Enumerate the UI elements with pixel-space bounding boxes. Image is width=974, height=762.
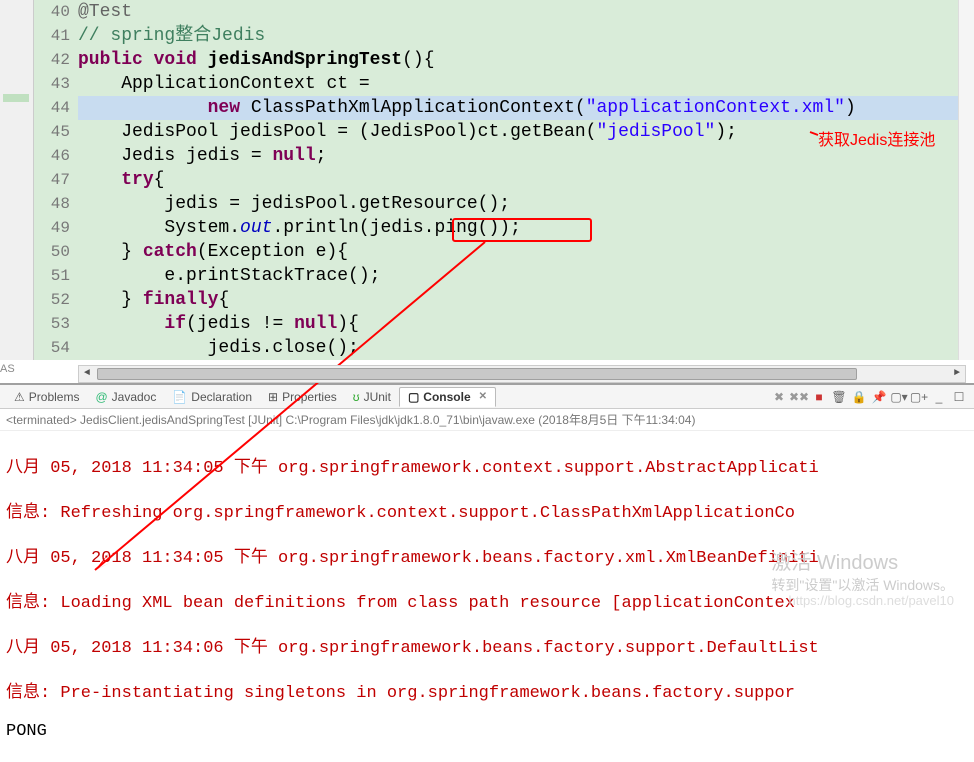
console-line: 八月 05, 2018 11:34:05 下午 org.springframew… — [6, 542, 968, 568]
line-number-gutter: 40 41 42 43 44 45 46 47 48 49 50 51 52 5… — [34, 0, 78, 360]
overview-ruler[interactable] — [958, 0, 974, 360]
code-editor[interactable]: @Test // spring整合Jedis public void jedis… — [78, 0, 974, 360]
maximize-button[interactable]: ☐ — [950, 388, 968, 406]
console-line: PONG — [6, 722, 968, 741]
line-number: 48 — [34, 192, 70, 216]
line-number: 52 — [34, 288, 70, 312]
console-output[interactable]: 八月 05, 2018 11:34:05 下午 org.springframew… — [0, 431, 974, 762]
properties-icon: ⊞ — [268, 390, 278, 404]
line-number: 54 — [34, 336, 70, 360]
line-number: 41 — [34, 24, 70, 48]
declaration-icon: 📄 — [172, 390, 187, 404]
remove-all-button[interactable]: ✖✖ — [790, 388, 808, 406]
current-line: new ClassPathXmlApplicationContext("appl… — [78, 96, 974, 120]
scroll-left-arrow[interactable]: ◄ — [79, 366, 95, 382]
console-line: 信息: Loading XML bean definitions from cl… — [6, 587, 968, 613]
pin-console-button[interactable]: 📌 — [870, 388, 888, 406]
line-number: 42 — [34, 48, 70, 72]
line-number: 40 — [34, 0, 70, 24]
line-number: 45 — [34, 120, 70, 144]
tab-problems[interactable]: ⚠Problems — [6, 388, 87, 406]
console-toolbar: ✖ ✖✖ ■ 🗑 🔒 📌 ▢▾ ▢+ _ ☐ — [770, 388, 968, 406]
display-selected-button[interactable]: ▢▾ — [890, 388, 908, 406]
terminate-button[interactable]: ■ — [810, 388, 828, 406]
line-number: 51 — [34, 264, 70, 288]
line-number: 50 — [34, 240, 70, 264]
open-console-button[interactable]: ▢+ — [910, 388, 928, 406]
line-number: 53 — [34, 312, 70, 336]
views-bar: ⚠Problems @Javadoc 📄Declaration ⊞Propert… — [0, 385, 974, 409]
console-line: 八月 05, 2018 11:34:05 下午 org.springframew… — [6, 452, 968, 478]
remove-launch-button[interactable]: ✖ — [770, 388, 788, 406]
console-line: 信息: Refreshing org.springframework.conte… — [6, 497, 968, 523]
horizontal-scrollbar[interactable]: ◄ ► — [78, 365, 966, 383]
console-line: 信息: Pre-instantiating singletons in org.… — [6, 677, 968, 703]
line-number: 49 — [34, 216, 70, 240]
comment: // spring整合Jedis — [78, 26, 265, 46]
editor-panel: 40 41 42 43 44 45 46 47 48 49 50 51 52 5… — [0, 0, 974, 385]
console-icon: ▢ — [408, 390, 419, 404]
line-number: 43 — [34, 72, 70, 96]
annotation: @Test — [78, 2, 132, 22]
scroll-lock-button[interactable]: 🔒 — [850, 388, 868, 406]
annotation-text: 获取Jedis连接池 — [818, 126, 935, 150]
console-line: 八月 05, 2018 11:34:06 下午 org.springframew… — [6, 632, 968, 658]
as-label: AS — [0, 363, 15, 375]
scroll-right-arrow[interactable]: ► — [949, 366, 965, 382]
tab-javadoc[interactable]: @Javadoc — [87, 388, 164, 406]
line-number: 44 — [34, 96, 70, 120]
close-icon[interactable]: ✕ — [479, 391, 487, 402]
line-number: 46 — [34, 144, 70, 168]
problems-icon: ⚠ — [14, 390, 25, 404]
junit-icon: ʊ — [353, 390, 360, 404]
marker-indicator — [3, 94, 29, 102]
minimize-button[interactable]: _ — [930, 388, 948, 406]
scrollbar-thumb[interactable] — [97, 368, 857, 380]
javadoc-icon: @ — [95, 390, 107, 404]
tab-declaration[interactable]: 📄Declaration — [164, 388, 260, 406]
tab-junit[interactable]: ʊJUnit — [345, 388, 399, 406]
terminated-status: <terminated> JedisClient.jedisAndSpringT… — [0, 409, 974, 431]
tab-console[interactable]: ▢Console✕ — [399, 387, 496, 407]
tab-properties[interactable]: ⊞Properties — [260, 388, 345, 406]
clear-console-button[interactable]: 🗑 — [830, 388, 848, 406]
line-number: 47 — [34, 168, 70, 192]
marker-bar — [0, 0, 34, 360]
